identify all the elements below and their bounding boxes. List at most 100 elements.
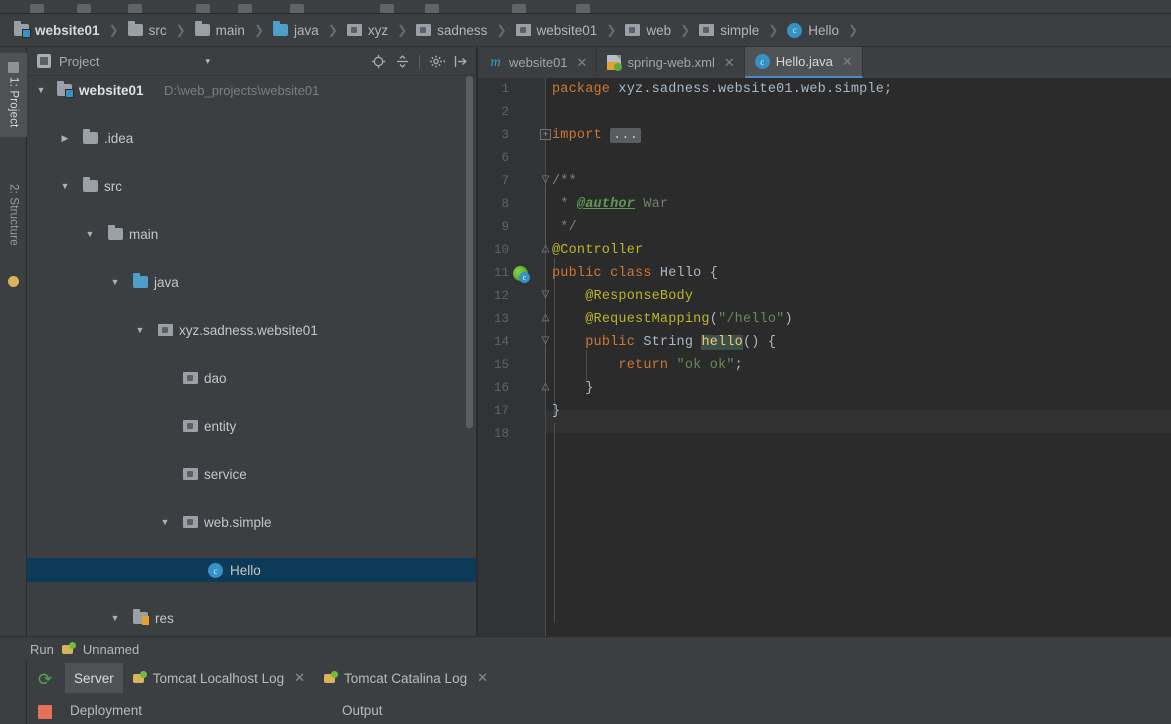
rerun-icon[interactable]: ⟳ [38,671,55,688]
toolbar-icon[interactable] [128,4,142,13]
collapse-all-icon[interactable] [395,54,410,69]
toolbar-icon[interactable] [576,4,590,13]
tab-spring-web-xml[interactable]: spring-web.xml ✕ [597,47,745,78]
intellij-idea-window: website01 ❯ src ❯ main ❯ java ❯ xyz ❯ sa… [0,0,1171,724]
scroll-from-source-icon[interactable] [371,54,386,69]
tree-row-entity[interactable]: entity [27,414,476,438]
code-line: */ [552,220,577,235]
breadcrumb-item-simple[interactable]: simple [699,14,759,47]
deployment-column-header: Deployment [70,702,143,718]
chevron-down-icon[interactable]: ▼ [109,612,121,624]
package-icon [515,24,531,36]
module-folder-icon [57,81,74,98]
toolbar-icon[interactable] [238,4,252,13]
breadcrumb-label: main [215,22,245,38]
sidebar-item-project[interactable]: 1: Project [0,53,27,137]
run-tab-tomcat-localhost-log[interactable]: Tomcat Localhost Log ✕ [123,663,314,693]
run-panel-left-bar [0,661,27,724]
code-content[interactable]: package xyz.sadness.website01.web.simple… [548,78,1171,636]
tree-row-main[interactable]: ▼ main [27,222,476,246]
breadcrumb-label: simple [720,22,760,38]
tab-label: Hello.java [775,54,833,69]
folded-import-placeholder[interactable]: ... [610,128,642,143]
breadcrumb-item-web[interactable]: web [625,14,671,47]
toolbar-icon[interactable] [77,4,91,13]
tree-row-web-simple[interactable]: ▼ web.simple [27,510,476,534]
close-icon[interactable]: ✕ [294,670,305,686]
tree-row-website01[interactable]: ▼ website01 D:\web_projects\website01 [27,78,476,102]
code-line: import ... [552,128,642,143]
breadcrumb-item-website01[interactable]: website01 [14,14,100,47]
chevron-down-icon[interactable]: ▼ [159,516,171,528]
run-tab-server[interactable]: Server [65,663,123,693]
close-icon[interactable]: ✕ [842,54,853,70]
breadcrumb-item-xyz[interactable]: xyz [346,14,388,47]
output-column-header: Output [342,702,383,718]
project-tree-scrollbar[interactable] [466,76,473,428]
chevron-down-icon[interactable]: ▾ [205,56,210,67]
line-number: 10 [493,243,509,257]
project-panel-header: Project ▾ [27,47,476,76]
tree-row-src[interactable]: ▼ src [27,174,476,198]
tree-row-service[interactable]: service [27,462,476,486]
breadcrumb-item-src[interactable]: src [127,14,167,47]
maven-icon: m [490,54,501,70]
tab-website01[interactable]: m website01 ✕ [478,47,598,78]
chevron-down-icon[interactable]: ▼ [35,84,47,96]
breadcrumb-separator-icon: ❯ [253,23,264,37]
close-icon[interactable]: ✕ [724,55,735,71]
breadcrumb-item-java[interactable]: java [273,14,319,47]
breadcrumb-item-sadness[interactable]: sadness [416,14,487,47]
breadcrumb-label: website01 [35,22,100,38]
run-tab-tomcat-catalina-log[interactable]: Tomcat Catalina Log ✕ [314,663,497,693]
breadcrumb-item-website01-pkg[interactable]: website01 [515,14,597,47]
line-number: 7 [501,174,509,188]
tree-row-java[interactable]: ▼ java [27,270,476,294]
tree-row-hello[interactable]: c Hello [27,558,476,582]
close-icon[interactable]: ✕ [577,55,588,71]
tree-row-idea[interactable]: ▶ .idea [27,126,476,150]
toolbar-icon[interactable] [512,4,526,13]
tree-row-res[interactable]: ▼ res [27,606,476,630]
project-tree[interactable]: ▼ website01 D:\web_projects\website01 ▶ … [27,76,476,636]
stop-icon[interactable] [38,705,52,719]
toolbar-icon[interactable] [30,4,44,13]
line-number: 17 [493,404,509,418]
chevron-right-icon[interactable]: ▶ [59,132,71,144]
toolbar-icon[interactable] [290,4,304,13]
close-icon[interactable]: ✕ [477,670,488,686]
chevron-down-icon[interactable]: ▼ [84,228,96,240]
module-folder-icon [14,21,31,38]
toolbar-icon[interactable] [196,4,210,13]
toolbar-icon[interactable] [425,4,439,13]
project-tool-window: Project ▾ ▼ website01 D:\web_projects\we… [27,47,476,636]
sidebar-item-favorites[interactable] [0,269,27,293]
editor-gutter[interactable]: 1 2 3 6 7 8 9 10 11 12 13 14 15 16 17 18… [478,78,551,636]
spring-xml-icon [607,55,623,71]
hide-panel-icon[interactable] [453,54,468,69]
breadcrumb-separator-icon: ❯ [327,23,338,37]
toolbar-icon[interactable] [380,4,394,13]
code-editor[interactable]: 1 2 3 6 7 8 9 10 11 12 13 14 15 16 17 18… [478,78,1171,636]
tree-row-xyz-sadness-website01[interactable]: ▼ xyz.sadness.website01 [27,318,476,342]
chevron-down-icon[interactable]: ▼ [134,324,146,336]
tab-hello-java[interactable]: c Hello.java ✕ [744,47,863,78]
line-number: 15 [493,358,509,372]
settings-gear-icon[interactable] [429,54,446,69]
chevron-down-icon[interactable]: ▼ [59,180,71,192]
tree-row-label: dao [204,370,227,386]
chevron-down-icon[interactable]: ▼ [109,276,121,288]
line-number: 11 [493,266,509,280]
code-line: } [552,404,561,419]
code-line: @ResponseBody [585,289,694,304]
sidebar-item-structure[interactable]: 2: Structure [0,165,27,265]
breadcrumb-item-hello[interactable]: c Hello [787,14,839,47]
breadcrumb-separator-icon: ❯ [680,23,691,37]
tree-row-label: .idea [104,130,134,146]
run-class-gutter-icon[interactable] [513,266,530,283]
line-number: 2 [501,105,509,119]
tab-label: website01 [509,55,568,70]
breadcrumb-item-main[interactable]: main [194,14,245,47]
tree-row-dao[interactable]: dao [27,366,476,390]
run-config-name: Unnamed [82,641,140,657]
